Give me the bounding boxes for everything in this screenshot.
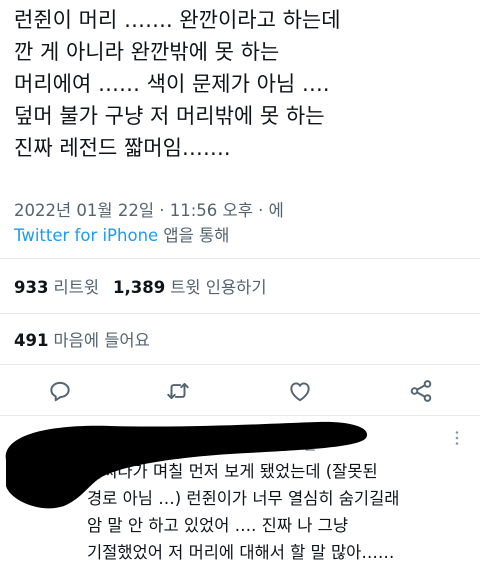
tweet-timestamp[interactable]: 2022년 01월 22일 · 11:56 오후 · 에	[14, 197, 284, 221]
reply-tweet[interactable]: 38분 어쩌다가 며칠 먼저 보게 됐었는데 (잘못된 경로 아님 …) 런쥔이…	[0, 416, 480, 574]
reply-icon	[47, 378, 73, 404]
quotes-count: 1,389	[113, 278, 166, 297]
source-app-link[interactable]: Twitter for iPhone	[14, 226, 158, 245]
likes-count: 491	[14, 331, 49, 350]
retweets-label: 리트윗	[53, 278, 99, 297]
likes-label: 마음에 들어요	[53, 331, 150, 350]
reply-button[interactable]	[47, 378, 73, 404]
more-dots-icon	[448, 431, 466, 451]
quotes-label: 트윗 인용하기	[170, 278, 267, 297]
tweet-source: Twitter for iPhone 앱을 통해	[14, 222, 229, 246]
divider	[0, 313, 480, 314]
tweet-line: 런쥔이 머리 ……. 완깐이라고 하는데	[14, 8, 341, 32]
tweet-line: 덮머 불가 구냥 저 머리밖에 못 하는	[14, 104, 325, 128]
divider	[0, 364, 480, 365]
retweet-stats: 933 리트윗 1,389 트윗 인용하기	[14, 274, 267, 298]
redaction-scribble	[5, 421, 368, 509]
tweet-actions	[0, 370, 480, 412]
tweet-line: 머리에여 …… 색이 문제가 아님 ….	[14, 72, 330, 96]
likes-stats[interactable]: 491 마음에 들어요	[14, 327, 150, 351]
reply-line: 암 말 안 하고 있었어 …. 진짜 나 그냥	[87, 516, 349, 535]
reply-line: 기절했었어 저 머리에 대해서 할 말 많아……	[87, 543, 395, 562]
heart-icon	[287, 378, 313, 404]
retweet-button[interactable]	[165, 378, 191, 404]
retweets-link[interactable]: 933 리트윗	[14, 278, 99, 297]
retweets-count: 933	[14, 278, 49, 297]
tweet-text: 런쥔이 머리 ……. 완깐이라고 하는데 깐 게 아니라 완깐밖에 못 하는 머…	[14, 4, 474, 164]
source-suffix: 앱을 통해	[158, 226, 230, 245]
more-options-button[interactable]	[448, 429, 466, 447]
tweet-line: 진짜 레전드 짧머임…….	[14, 136, 231, 160]
quotes-link[interactable]: 1,389 트윗 인용하기	[113, 278, 267, 297]
divider	[0, 258, 480, 259]
retweet-icon	[165, 378, 191, 404]
like-button[interactable]	[287, 378, 313, 404]
share-button[interactable]	[408, 378, 434, 404]
share-icon	[408, 378, 434, 404]
tweet-line: 깐 게 아니라 완깐밖에 못 하는	[14, 40, 280, 64]
